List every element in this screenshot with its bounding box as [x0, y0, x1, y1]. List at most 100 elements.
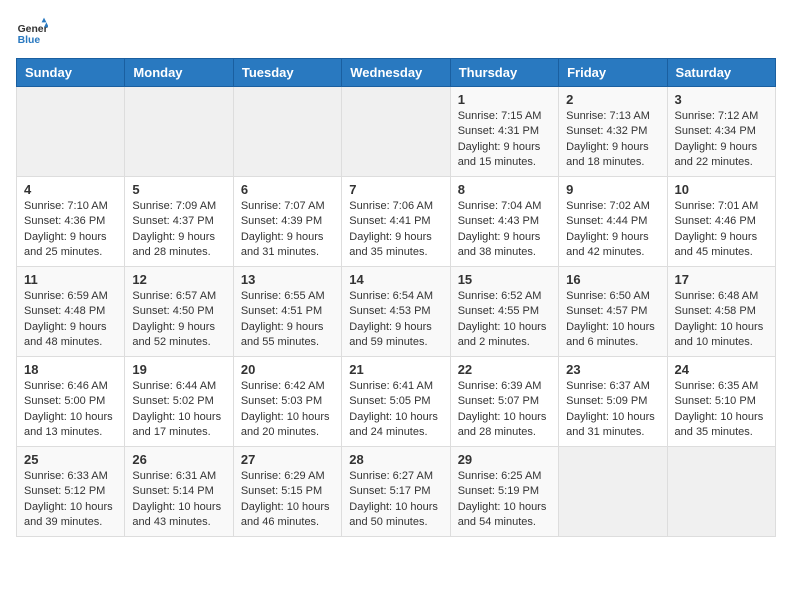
calendar-cell: 26 Sunrise: 6:31 AM Sunset: 5:14 PM Dayli… — [125, 447, 233, 537]
day-info: Sunrise: 6:25 AM Sunset: 5:19 PM Dayligh… — [458, 469, 551, 531]
day-info: Sunrise: 7:10 AM Sunset: 4:36 PM Dayligh… — [24, 199, 117, 261]
day-number: 23 — [566, 362, 659, 377]
calendar-cell: 25 Sunrise: 6:33 AM Sunset: 5:12 PM Dayli… — [17, 447, 125, 537]
calendar-cell: 15 Sunrise: 6:52 AM Sunset: 4:55 PM Dayli… — [450, 267, 558, 357]
calendar-cell — [125, 87, 233, 177]
calendar-cell: 23 Sunrise: 6:37 AM Sunset: 5:09 PM Dayli… — [559, 357, 667, 447]
week-row-1: 4 Sunrise: 7:10 AM Sunset: 4:36 PM Daylig… — [17, 177, 776, 267]
day-number: 28 — [349, 452, 442, 467]
day-info: Sunrise: 6:33 AM Sunset: 5:12 PM Dayligh… — [24, 469, 117, 531]
day-number: 26 — [132, 452, 225, 467]
day-number: 18 — [24, 362, 117, 377]
calendar: SundayMondayTuesdayWednesdayThursdayFrid… — [16, 58, 776, 537]
calendar-header-row: SundayMondayTuesdayWednesdayThursdayFrid… — [17, 59, 776, 87]
day-info: Sunrise: 7:15 AM Sunset: 4:31 PM Dayligh… — [458, 109, 551, 171]
day-number: 7 — [349, 182, 442, 197]
day-header-saturday: Saturday — [667, 59, 775, 87]
calendar-cell: 7 Sunrise: 7:06 AM Sunset: 4:41 PM Daylig… — [342, 177, 450, 267]
day-info: Sunrise: 7:06 AM Sunset: 4:41 PM Dayligh… — [349, 199, 442, 261]
week-row-3: 18 Sunrise: 6:46 AM Sunset: 5:00 PM Dayli… — [17, 357, 776, 447]
calendar-cell — [342, 87, 450, 177]
day-info: Sunrise: 6:54 AM Sunset: 4:53 PM Dayligh… — [349, 289, 442, 351]
day-number: 17 — [675, 272, 768, 287]
day-info: Sunrise: 6:48 AM Sunset: 4:58 PM Dayligh… — [675, 289, 768, 351]
day-number: 16 — [566, 272, 659, 287]
day-number: 22 — [458, 362, 551, 377]
calendar-cell: 3Sunrise: 7:12 AM Sunset: 4:34 PM Daylig… — [667, 87, 775, 177]
svg-text:Blue: Blue — [18, 35, 41, 46]
calendar-cell: 14Sunrise: 6:54 AM Sunset: 4:53 PM Dayli… — [342, 267, 450, 357]
day-info: Sunrise: 6:35 AM Sunset: 5:10 PM Dayligh… — [675, 379, 768, 441]
day-header-tuesday: Tuesday — [233, 59, 341, 87]
day-number: 3 — [675, 92, 768, 107]
day-info: Sunrise: 6:50 AM Sunset: 4:57 PM Dayligh… — [566, 289, 659, 351]
week-row-2: 11 Sunrise: 6:59 AM Sunset: 4:48 PM Dayli… — [17, 267, 776, 357]
day-header-monday: Monday — [125, 59, 233, 87]
day-info: Sunrise: 6:29 AM Sunset: 5:15 PM Dayligh… — [241, 469, 334, 531]
day-number: 21 — [349, 362, 442, 377]
calendar-cell: 22Sunrise: 6:39 AM Sunset: 5:07 PM Dayli… — [450, 357, 558, 447]
day-info: Sunrise: 6:41 AM Sunset: 5:05 PM Dayligh… — [349, 379, 442, 441]
calendar-cell — [559, 447, 667, 537]
calendar-cell: 11 Sunrise: 6:59 AM Sunset: 4:48 PM Dayli… — [17, 267, 125, 357]
calendar-cell: 8 Sunrise: 7:04 AM Sunset: 4:43 PM Daylig… — [450, 177, 558, 267]
day-info: Sunrise: 7:01 AM Sunset: 4:46 PM Dayligh… — [675, 199, 768, 261]
calendar-cell: 5 Sunrise: 7:09 AM Sunset: 4:37 PM Daylig… — [125, 177, 233, 267]
day-number: 20 — [241, 362, 334, 377]
day-number: 1 — [458, 92, 551, 107]
calendar-cell: 18 Sunrise: 6:46 AM Sunset: 5:00 PM Dayli… — [17, 357, 125, 447]
day-info: Sunrise: 6:27 AM Sunset: 5:17 PM Dayligh… — [349, 469, 442, 531]
calendar-cell: 2 Sunrise: 7:13 AM Sunset: 4:32 PM Daylig… — [559, 87, 667, 177]
calendar-cell: 1 Sunrise: 7:15 AM Sunset: 4:31 PM Daylig… — [450, 87, 558, 177]
calendar-cell: 29 Sunrise: 6:25 AM Sunset: 5:19 PM Dayli… — [450, 447, 558, 537]
day-info: Sunrise: 6:42 AM Sunset: 5:03 PM Dayligh… — [241, 379, 334, 441]
day-info: Sunrise: 6:31 AM Sunset: 5:14 PM Dayligh… — [132, 469, 225, 531]
calendar-cell: 12Sunrise: 6:57 AM Sunset: 4:50 PM Dayli… — [125, 267, 233, 357]
day-info: Sunrise: 7:04 AM Sunset: 4:43 PM Dayligh… — [458, 199, 551, 261]
day-info: Sunrise: 6:44 AM Sunset: 5:02 PM Dayligh… — [132, 379, 225, 441]
calendar-cell: 4 Sunrise: 7:10 AM Sunset: 4:36 PM Daylig… — [17, 177, 125, 267]
calendar-cell: 16 Sunrise: 6:50 AM Sunset: 4:57 PM Dayli… — [559, 267, 667, 357]
calendar-cell: 17 Sunrise: 6:48 AM Sunset: 4:58 PM Dayli… — [667, 267, 775, 357]
week-row-0: 1 Sunrise: 7:15 AM Sunset: 4:31 PM Daylig… — [17, 87, 776, 177]
calendar-cell — [233, 87, 341, 177]
calendar-cell: 13Sunrise: 6:55 AM Sunset: 4:51 PM Dayli… — [233, 267, 341, 357]
day-info: Sunrise: 6:46 AM Sunset: 5:00 PM Dayligh… — [24, 379, 117, 441]
day-number: 13 — [241, 272, 334, 287]
day-number: 2 — [566, 92, 659, 107]
day-number: 25 — [24, 452, 117, 467]
day-number: 15 — [458, 272, 551, 287]
calendar-cell — [667, 447, 775, 537]
calendar-cell: 6Sunrise: 7:07 AM Sunset: 4:39 PM Daylig… — [233, 177, 341, 267]
day-number: 12 — [132, 272, 225, 287]
calendar-cell: 21 Sunrise: 6:41 AM Sunset: 5:05 PM Dayli… — [342, 357, 450, 447]
day-number: 27 — [241, 452, 334, 467]
calendar-cell: 24Sunrise: 6:35 AM Sunset: 5:10 PM Dayli… — [667, 357, 775, 447]
day-header-thursday: Thursday — [450, 59, 558, 87]
calendar-cell: 9Sunrise: 7:02 AM Sunset: 4:44 PM Daylig… — [559, 177, 667, 267]
day-info: Sunrise: 7:02 AM Sunset: 4:44 PM Dayligh… — [566, 199, 659, 261]
day-info: Sunrise: 6:37 AM Sunset: 5:09 PM Dayligh… — [566, 379, 659, 441]
day-info: Sunrise: 7:09 AM Sunset: 4:37 PM Dayligh… — [132, 199, 225, 261]
calendar-cell: 19 Sunrise: 6:44 AM Sunset: 5:02 PM Dayli… — [125, 357, 233, 447]
calendar-cell: 27 Sunrise: 6:29 AM Sunset: 5:15 PM Dayli… — [233, 447, 341, 537]
day-info: Sunrise: 6:59 AM Sunset: 4:48 PM Dayligh… — [24, 289, 117, 351]
day-number: 11 — [24, 272, 117, 287]
week-row-4: 25 Sunrise: 6:33 AM Sunset: 5:12 PM Dayli… — [17, 447, 776, 537]
calendar-cell — [17, 87, 125, 177]
logo-icon: General Blue — [16, 16, 48, 48]
day-number: 29 — [458, 452, 551, 467]
day-header-wednesday: Wednesday — [342, 59, 450, 87]
calendar-cell: 10Sunrise: 7:01 AM Sunset: 4:46 PM Dayli… — [667, 177, 775, 267]
day-number: 4 — [24, 182, 117, 197]
day-number: 8 — [458, 182, 551, 197]
day-number: 6 — [241, 182, 334, 197]
day-info: Sunrise: 7:13 AM Sunset: 4:32 PM Dayligh… — [566, 109, 659, 171]
day-header-friday: Friday — [559, 59, 667, 87]
day-number: 5 — [132, 182, 225, 197]
header: General Blue — [16, 16, 776, 48]
day-info: Sunrise: 6:52 AM Sunset: 4:55 PM Dayligh… — [458, 289, 551, 351]
calendar-cell: 20 Sunrise: 6:42 AM Sunset: 5:03 PM Dayli… — [233, 357, 341, 447]
day-header-sunday: Sunday — [17, 59, 125, 87]
day-number: 19 — [132, 362, 225, 377]
